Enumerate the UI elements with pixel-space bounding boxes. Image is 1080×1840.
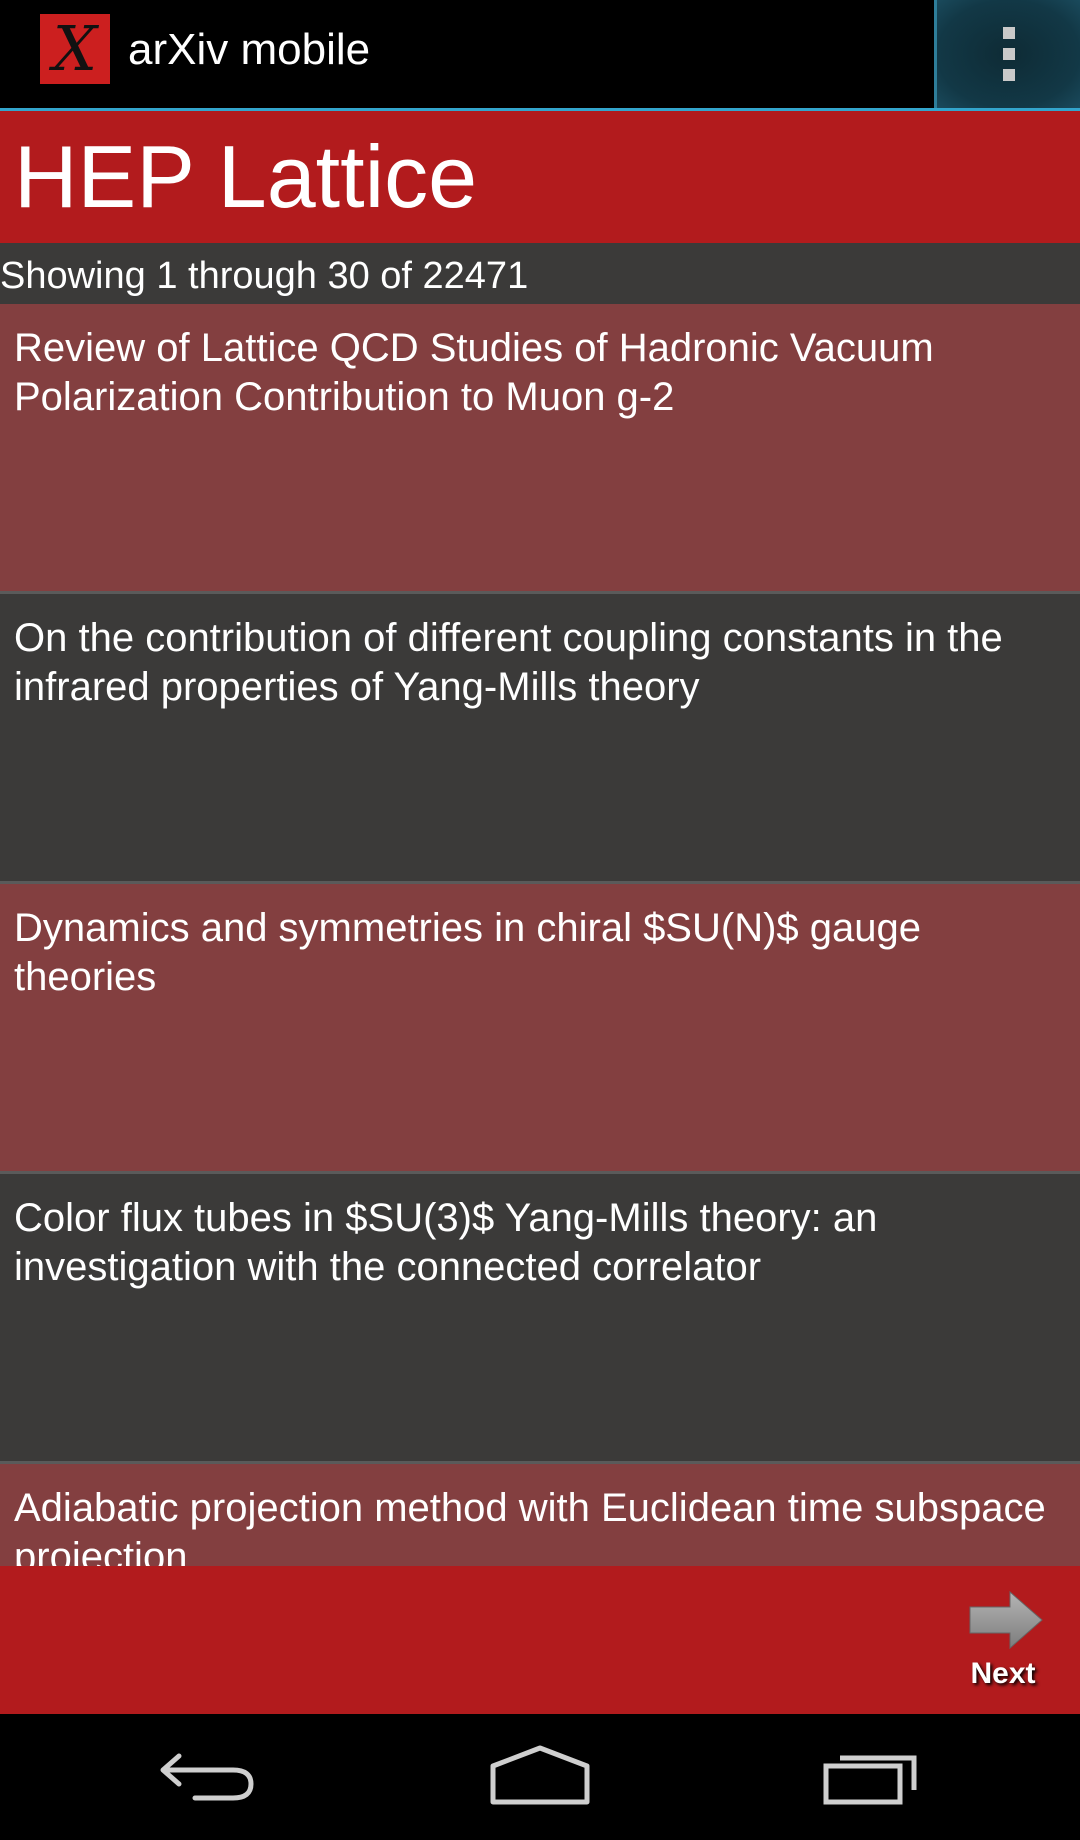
list-item-title: Dynamics and symmetries in chiral $SU(N)… [14,906,921,999]
list-item-title: Review of Lattice QCD Studies of Hadroni… [14,326,934,419]
action-bar: X arXiv mobile [0,0,1080,110]
app-logo-glyph: X [52,12,98,85]
next-label: Next [970,1657,1036,1690]
list-item-title: On the contribution of different couplin… [14,616,1003,709]
article-list[interactable]: Review of Lattice QCD Studies of Hadroni… [0,304,1080,1566]
screen: X arXiv mobile HEP Lattice Showing 1 thr… [0,0,1080,1840]
app-logo[interactable]: X [40,14,110,84]
list-item[interactable]: On the contribution of different couplin… [0,594,1080,881]
listing-status: Showing 1 through 30 of 22471 [0,255,529,297]
overflow-menu-icon-dot [1002,48,1015,60]
next-button[interactable]: Next [948,1590,1058,1700]
category-title: HEP Lattice [14,127,478,226]
arrow-right-icon [969,1590,1043,1650]
overflow-menu-button[interactable] [934,0,1080,108]
home-icon[interactable] [485,1744,595,1810]
overflow-menu-icon-dot [1002,69,1015,81]
list-item-title: Color flux tubes in $SU(3)$ Yang-Mills t… [14,1196,878,1289]
list-item-title: Adiabatic projection method with Euclide… [14,1486,1046,1566]
list-item[interactable]: Review of Lattice QCD Studies of Hadroni… [0,304,1080,591]
category-header: HEP Lattice [0,111,1080,243]
list-item[interactable]: Color flux tubes in $SU(3)$ Yang-Mills t… [0,1174,1080,1461]
list-item[interactable]: Adiabatic projection method with Euclide… [0,1464,1080,1566]
recent-apps-icon[interactable] [818,1744,928,1810]
app-title: arXiv mobile [128,25,371,74]
back-icon[interactable] [155,1744,265,1810]
bottom-bar: Next [0,1566,1080,1714]
system-nav-bar [0,1714,1080,1840]
list-item[interactable]: Dynamics and symmetries in chiral $SU(N)… [0,884,1080,1171]
overflow-menu-icon [1002,27,1015,39]
